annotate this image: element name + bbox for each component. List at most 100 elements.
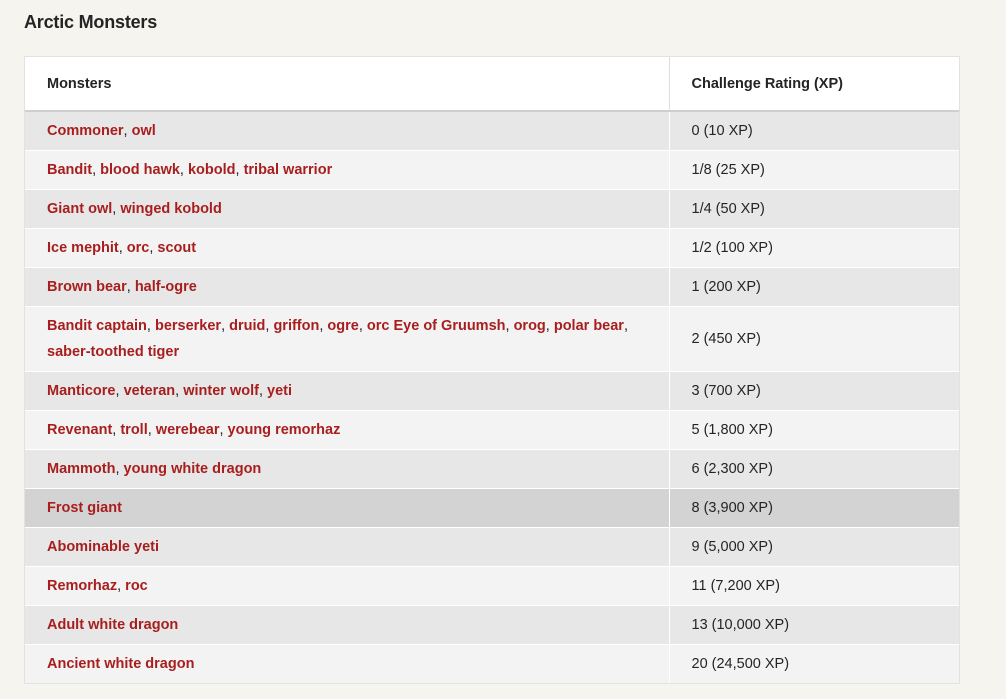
monsters-cell: Revenant, troll, werebear, young remorha… [25,410,669,450]
monster-link[interactable]: troll [120,422,147,438]
list-separator: , [147,422,156,438]
monster-link[interactable]: Bandit [47,162,92,178]
monster-link[interactable]: tribal warrior [244,162,333,178]
table-row: Mammoth, young white dragon 6 (2,300 XP) [25,449,959,489]
list-separator: , [545,318,554,334]
monster-link[interactable]: winter wolf [183,383,259,399]
monster-link[interactable]: Mammoth [47,461,115,477]
table-row: Revenant, troll, werebear, young remorha… [25,410,959,450]
monster-table-container: Monsters Challenge Rating (XP) Commoner,… [24,56,960,684]
list-separator: , [146,318,155,334]
challenge-rating-cell: 6 (2,300 XP) [668,449,959,489]
monster-link[interactable]: winged kobold [120,201,222,217]
challenge-rating-cell: 1/2 (100 XP) [668,228,959,268]
challenge-rating-cell: 9 (5,000 XP) [668,527,959,567]
monsters-cell: Remorhaz, roc [25,566,669,606]
page-title: Arctic Monsters [24,12,158,32]
list-separator: , [126,279,135,295]
monster-link[interactable]: veteran [124,383,176,399]
table-header-row: Monsters Challenge Rating (XP) [25,57,959,112]
monster-link[interactable]: Frost giant [47,500,122,516]
monster-link[interactable]: Manticore [47,383,116,399]
monsters-cell: Bandit, blood hawk, kobold, tribal warri… [25,150,669,190]
monsters-cell: Commoner, owl [25,110,669,151]
table-row: Ancient white dragon 20 (24,500 XP) [25,644,959,683]
list-separator: , [179,162,188,178]
table-row: Abominable yeti 9 (5,000 XP) [25,527,959,567]
monster-link[interactable]: Commoner [47,123,124,139]
challenge-rating-cell: 0 (10 XP) [668,110,959,151]
table-row: Manticore, veteran, winter wolf, yeti 3 (… [25,371,959,411]
list-separator: , [92,162,101,178]
table-row: Commoner, owl 0 (10 XP) [25,110,959,151]
challenge-rating-cell: 2 (450 XP) [668,306,959,372]
monster-link[interactable]: saber-toothed tiger [47,344,179,360]
monster-link[interactable]: scout [157,240,196,256]
monster-link[interactable]: druid [229,318,265,334]
table-body: Commoner, owl 0 (10 XP) Bandit, blood hawk… [25,110,959,683]
monsters-cell: Abominable yeti [25,527,669,567]
monsters-cell: Adult white dragon [25,605,669,645]
list-separator: , [221,318,230,334]
table-row: Brown bear, half-ogre 1 (200 XP) [25,267,959,307]
table-row: Frost giant 8 (3,900 XP) [25,488,959,528]
monster-link[interactable]: griffon [273,318,319,334]
challenge-rating-cell: 1/8 (25 XP) [668,150,959,190]
header-monsters: Monsters [25,57,669,112]
list-separator: , [115,461,124,477]
table-row: Bandit captain, berserker, druid, griffo… [25,306,959,372]
monster-link[interactable]: ogre [327,318,358,334]
monster-link[interactable]: Revenant [47,422,112,438]
monsters-cell: Mammoth, young white dragon [25,449,669,489]
monster-link[interactable]: Brown bear [47,279,127,295]
monster-link[interactable]: half-ogre [135,279,197,295]
monster-link[interactable]: blood hawk [100,162,180,178]
monsters-cell: Bandit captain, berserker, druid, griffo… [25,306,669,372]
header-challenge-rating: Challenge Rating (XP) [668,57,959,112]
monster-link[interactable]: orog [514,318,546,334]
monster-link[interactable]: Giant owl [47,201,112,217]
challenge-rating-cell: 3 (700 XP) [668,371,959,411]
list-separator: , [117,578,126,594]
list-separator: , [358,318,367,334]
list-separator: , [175,383,184,399]
monster-link[interactable]: kobold [188,162,236,178]
table-row: Bandit, blood hawk, kobold, tribal warri… [25,150,959,190]
table-row: Remorhaz, roc 11 (7,200 XP) [25,566,959,606]
list-separator: , [115,383,124,399]
monster-link[interactable]: Ice mephit [47,240,119,256]
monster-link[interactable]: Adult white dragon [47,617,178,633]
monster-link[interactable]: Remorhaz [47,578,117,594]
monster-link[interactable]: berserker [155,318,221,334]
monster-link[interactable]: Bandit captain [47,318,147,334]
monsters-cell: Ancient white dragon [25,644,669,683]
monster-link[interactable]: Abominable yeti [47,539,159,555]
challenge-rating-cell: 5 (1,800 XP) [668,410,959,450]
challenge-rating-cell: 20 (24,500 XP) [668,644,959,683]
monsters-cell: Frost giant [25,488,669,528]
monster-link[interactable]: young remorhaz [228,422,341,438]
monster-link[interactable]: owl [132,123,156,139]
challenge-rating-cell: 11 (7,200 XP) [668,566,959,606]
monster-link[interactable]: young white dragon [124,461,262,477]
monster-link[interactable]: polar bear [554,318,624,334]
monster-link[interactable]: orc Eye of Gruumsh [367,318,506,334]
monsters-cell: Giant owl, winged kobold [25,189,669,229]
table-row: Ice mephit, orc, scout 1/2 (100 XP) [25,228,959,268]
list-separator: , [235,162,244,178]
monster-link[interactable]: werebear [156,422,220,438]
monster-link[interactable]: Ancient white dragon [47,656,194,672]
table-row: Giant owl, winged kobold 1/4 (50 XP) [25,189,959,229]
list-separator: , [505,318,514,334]
challenge-rating-cell: 8 (3,900 XP) [668,488,959,528]
monster-link[interactable]: roc [125,578,148,594]
table-row: Adult white dragon 13 (10,000 XP) [25,605,959,645]
challenge-rating-cell: 13 (10,000 XP) [668,605,959,645]
list-separator: , [258,383,268,399]
list-separator: , [118,240,127,256]
challenge-rating-cell: 1/4 (50 XP) [668,189,959,229]
monster-link[interactable]: yeti [267,383,292,399]
list-separator: , [623,318,628,334]
challenge-rating-cell: 1 (200 XP) [668,267,959,307]
monster-link[interactable]: orc [127,240,150,256]
